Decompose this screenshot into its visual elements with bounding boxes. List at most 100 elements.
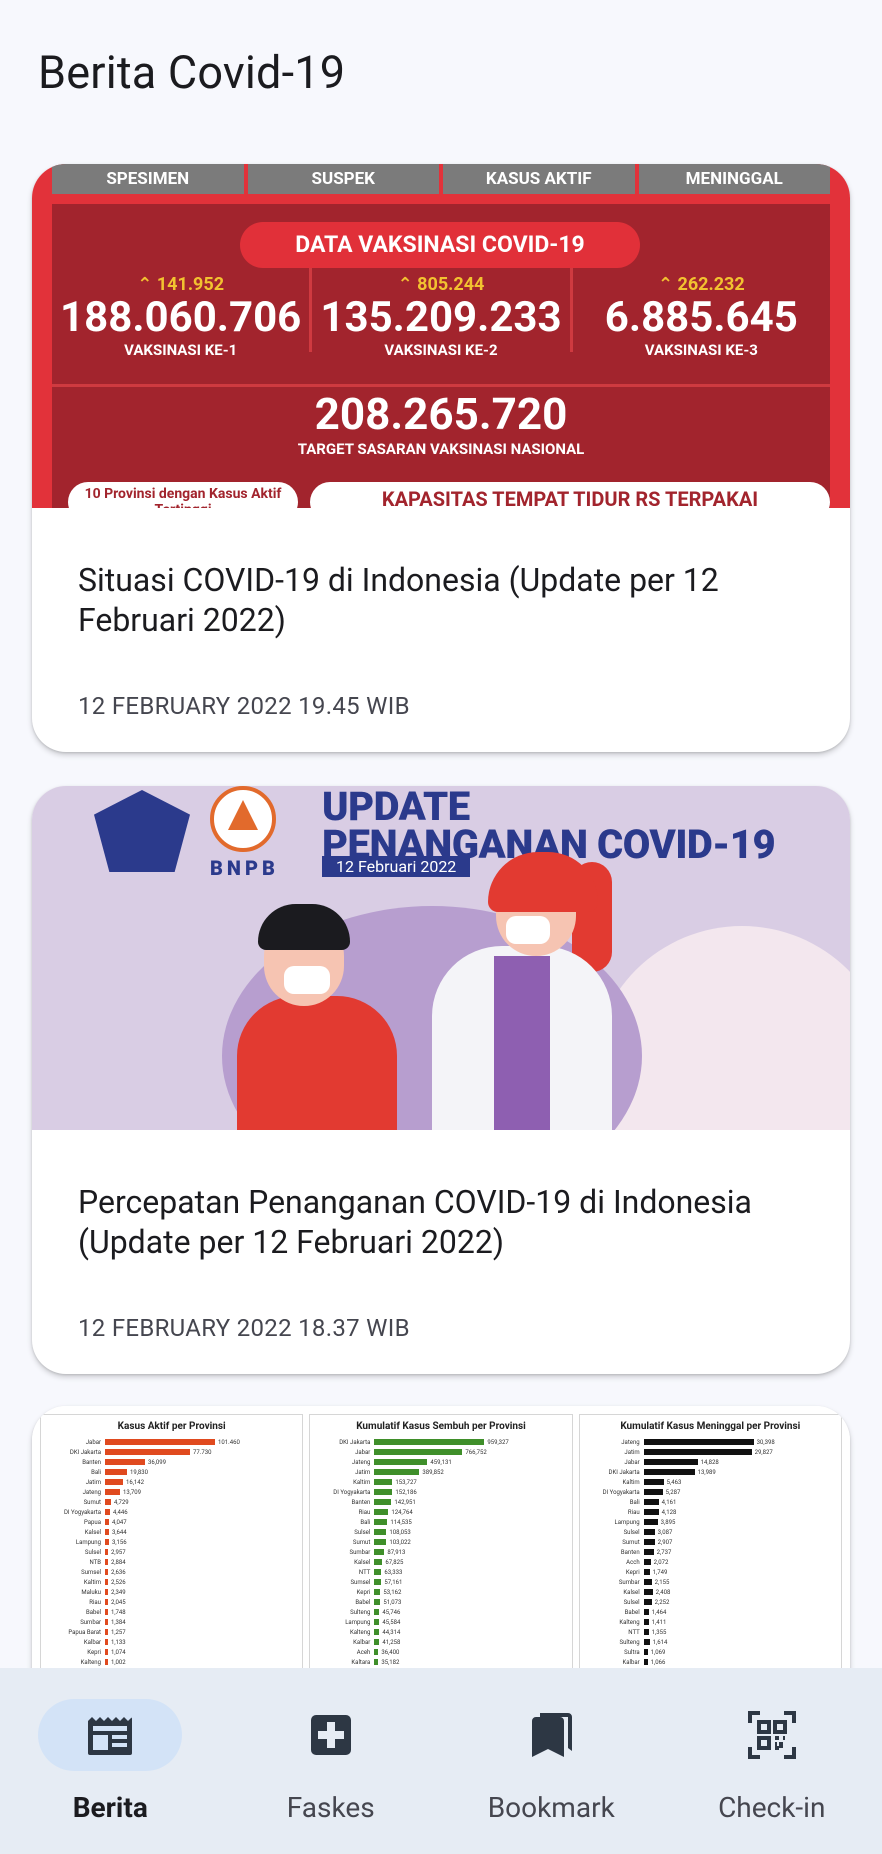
chart-bar-row: Sulsel 2,252 [588, 1598, 833, 1606]
chart-bar-label: Kepri [356, 1588, 371, 1596]
chart-bar-row: NTT 1,355 [588, 1628, 833, 1636]
chart-bar [374, 1509, 389, 1515]
chart-bar [643, 1489, 663, 1495]
nav-item-check-in[interactable]: Check-in [662, 1668, 882, 1854]
chart-bar-value: 1,748 [111, 1608, 126, 1616]
chart-bar-value: 67,825 [385, 1558, 404, 1566]
nav-label: Check-in [718, 1791, 826, 1824]
chart-bar-row: Kalbar 41,258 [318, 1638, 563, 1646]
chart-bar-row: Kalbar 1,133 [49, 1638, 294, 1646]
chart-bar [374, 1549, 385, 1555]
nav-item-faskes[interactable]: Faskes [221, 1668, 442, 1854]
newspaper-icon [86, 1713, 134, 1757]
vax-stat-1: ⌃ 141.952 188.060.706 VAKSINASI KE-1 [52, 268, 313, 359]
vax-label-3: VAKSINASI KE-3 [644, 341, 758, 359]
nav-item-berita[interactable]: Berita [0, 1668, 221, 1854]
chart-bar-label: Banten [351, 1498, 371, 1506]
chart-bar-row: Babel 1,464 [588, 1608, 833, 1616]
chart-bar-label: Kaltim [622, 1478, 640, 1486]
chart-bar-row: Lampung 3,156 [49, 1538, 294, 1546]
chart-bar-row: Kaltara 35,182 [318, 1658, 563, 1666]
chart-bar-value: 2,408 [655, 1588, 671, 1596]
chart-bar [374, 1569, 382, 1575]
chart-bar-label: Sulteng [350, 1608, 371, 1616]
chart-bar-label: Kalteng [619, 1618, 640, 1626]
update-date-tag: 12 Februari 2022 [322, 856, 471, 877]
chart-bar-value: 2,636 [111, 1568, 126, 1576]
chart-title: Kumulatif Kasus Meninggal per Provinsi [620, 1421, 801, 1432]
top-provinces-label: 10 Provinsi dengan Kasus Aktif Tertinggi [68, 482, 298, 508]
nav-label: Faskes [286, 1791, 375, 1824]
nav-active-indicator [38, 1699, 183, 1771]
chart-bar [374, 1459, 428, 1465]
vax-delta-3: ⌃ 262.232 [657, 274, 745, 295]
chart-bar-value: 142,951 [394, 1498, 416, 1506]
divider [52, 384, 830, 387]
chart-bar-value: 2,252 [654, 1598, 670, 1606]
chart-bar-value: 45,746 [382, 1608, 401, 1616]
chart-bar-value: 2,957 [111, 1548, 126, 1556]
chart-bar-row: Banten 36,099 [49, 1458, 294, 1466]
chart-bar-label: Aceh [356, 1648, 371, 1656]
chart-bar-row: Kalsel 3,644 [49, 1528, 294, 1536]
chart-bar-label: Sulsel [84, 1548, 101, 1556]
chart-bar [643, 1509, 659, 1515]
chart-bar-row: Riau 4,128 [588, 1508, 833, 1516]
vax-value-3: 6.885.645 [604, 293, 798, 342]
chart-bar-row: Jateng 13,709 [49, 1488, 294, 1496]
news-card[interactable]: BNPB UPDATE PENANGANAN COVID-19 12 Febru… [32, 786, 850, 1374]
vax-target-value: 208.265.720 [314, 388, 568, 440]
chart-bar-label: DI Yogyakarta [602, 1488, 640, 1496]
news-card[interactable]: SPESIMEN SUSPEK KASUS AKTIF MENINGGAL DA… [32, 164, 850, 752]
chart-bar-value: 1,257 [111, 1628, 126, 1636]
stats-tabs: SPESIMEN SUSPEK KASUS AKTIF MENINGGAL [52, 164, 830, 194]
chart-bar-row: Sumsel 57,161 [318, 1578, 563, 1586]
chart-bar [374, 1449, 463, 1455]
chart-bar-row: Sulsel 3,087 [588, 1528, 833, 1536]
bookmarks-icon [528, 1711, 574, 1759]
chart-bar-label: Sulteng [619, 1638, 640, 1646]
chart-bar [374, 1529, 387, 1535]
chart-bar-value: 35,182 [381, 1658, 400, 1666]
medical-plus-icon [309, 1713, 353, 1757]
chart-bar-label: Sumsel [81, 1568, 101, 1576]
chart-bar-value: 19,830 [130, 1468, 149, 1476]
tab-suspek: SUSPEK [247, 164, 439, 194]
chart-bar-value: 13,989 [697, 1468, 716, 1476]
chart-bar-label: Maluku [81, 1588, 101, 1596]
chart-bar-label: DKI Jakarta [69, 1448, 101, 1456]
chart-rows: DKI Jakarta 959,327 Jabar 766,752 Jateng 459,… [318, 1438, 563, 1676]
qr-scan-icon [747, 1711, 796, 1759]
chart-bar-row: Sulsel 108,053 [318, 1528, 563, 1536]
chart-bar [643, 1589, 653, 1595]
chart-bar-label: Kalsel [354, 1558, 371, 1566]
tab-meninggal: MENINGGAL [638, 164, 830, 194]
chart-bar-value: 16,142 [126, 1478, 145, 1486]
hospital-capacity-label: KAPASITAS TEMPAT TIDUR RS TERPAKAI [310, 482, 830, 508]
chart-bar-value: 2,737 [656, 1548, 672, 1556]
chart-bar-label: Riau [358, 1508, 371, 1516]
vax-heading: DATA VAKSINASI COVID-19 [240, 222, 640, 268]
chart-bar [643, 1449, 752, 1455]
vax-stat-3: ⌃ 262.232 6.885.645 VAKSINASI KE-3 [573, 268, 830, 359]
chart-bar [643, 1599, 652, 1605]
chart-bar-label: Jabar [355, 1448, 371, 1456]
nav-item-bookmark[interactable]: Bookmark [441, 1668, 662, 1854]
chart-bar-value: 63,333 [384, 1568, 403, 1576]
chart-bar-row: Kalsel 2,408 [588, 1588, 833, 1596]
article-title: Situasi COVID-19 di Indonesia (Update pe… [78, 561, 719, 639]
chart-bar-row: Jabar 101.460 [49, 1438, 294, 1446]
chart-bar-value: 103,022 [389, 1538, 411, 1546]
nav-icon-container [259, 1699, 403, 1771]
chart-bar-label: Sulsel [623, 1528, 640, 1536]
chart-bar-value: 3,087 [657, 1528, 673, 1536]
chart-bar-label: Banten [620, 1548, 640, 1556]
chart-bar [374, 1499, 392, 1505]
chart-bar [105, 1449, 190, 1455]
chart-bar-value: 4,161 [661, 1498, 677, 1506]
chart-bar-label: DI Yogyakarta [333, 1488, 371, 1496]
chart-bar-value: 1,355 [651, 1628, 667, 1636]
chart-bar-row: Sumbar 87,913 [318, 1548, 563, 1556]
chart-bar-value: 2,045 [111, 1598, 126, 1606]
vax-delta-1: ⌃ 141.952 [137, 274, 225, 295]
